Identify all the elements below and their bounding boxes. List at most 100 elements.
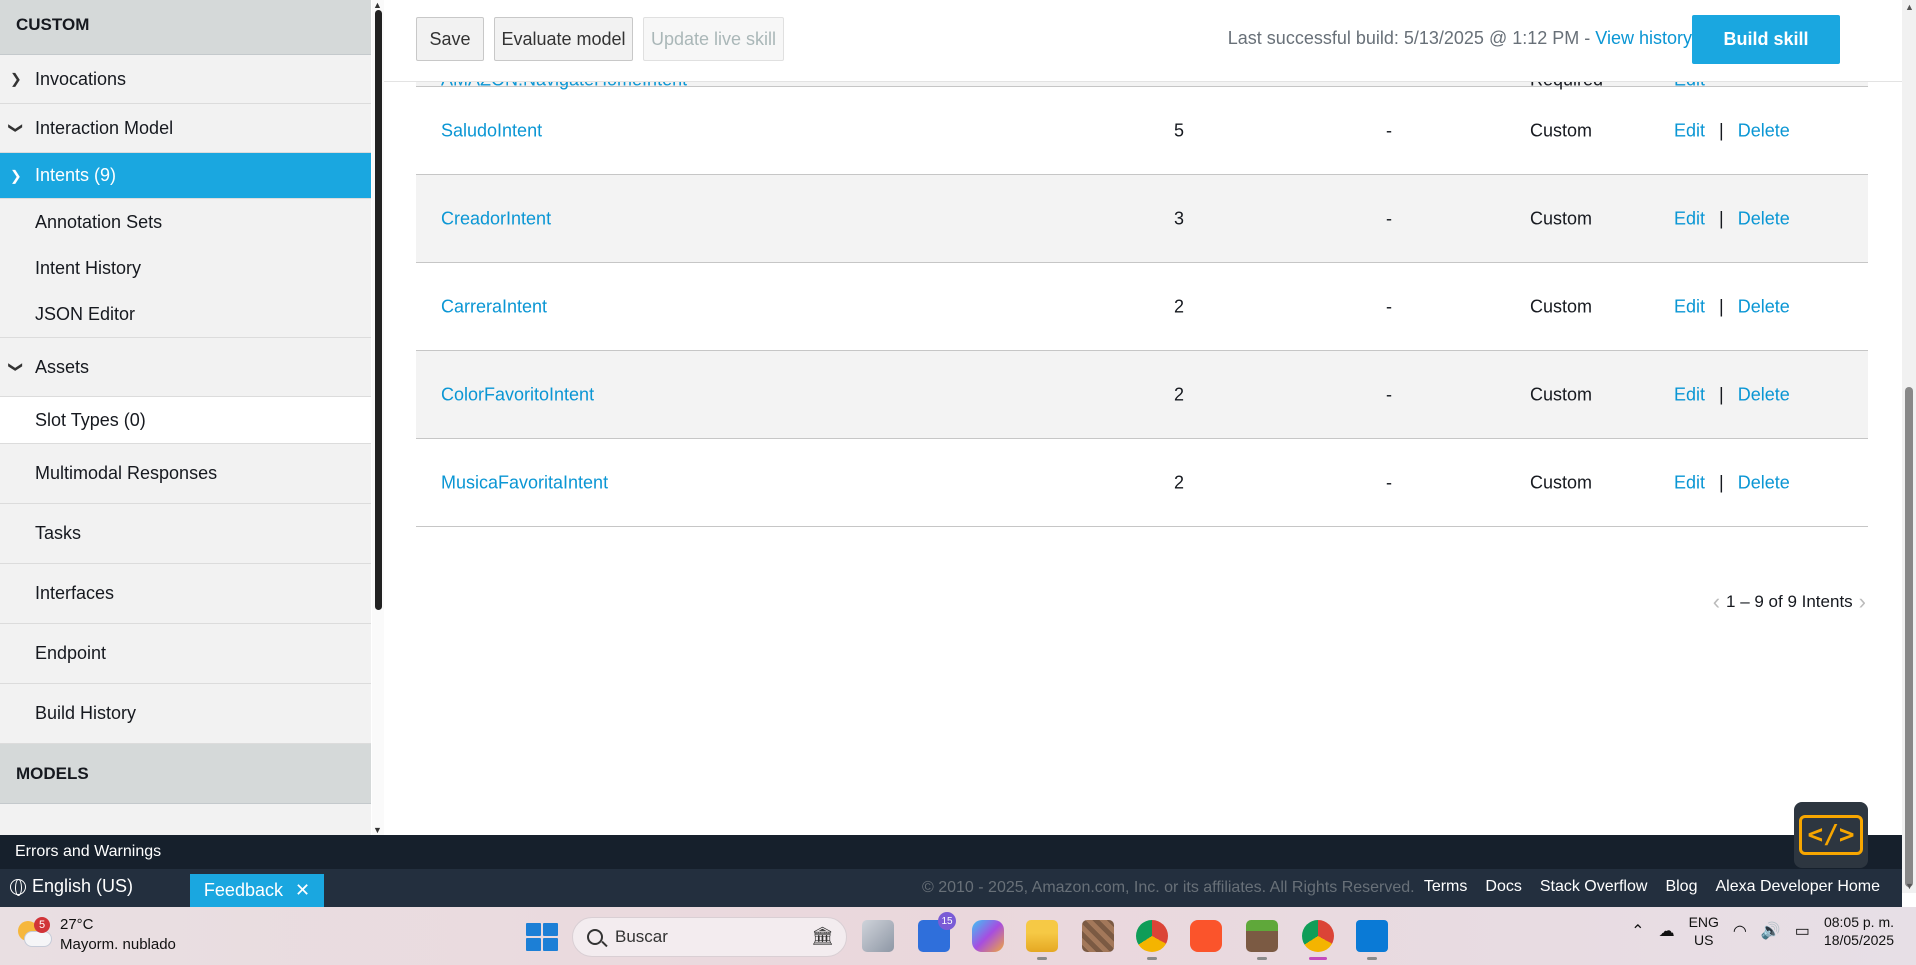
sidebar-item-multimodal[interactable]: Multimodal Responses — [0, 444, 371, 504]
language-selector[interactable]: English (US) — [10, 876, 133, 897]
next-page-icon[interactable]: › — [1859, 591, 1866, 613]
minecraft-dirt-icon[interactable] — [1082, 920, 1114, 952]
chevron-up-icon[interactable]: ⌃ — [1631, 921, 1644, 941]
feedback-button[interactable]: Feedback ✕ — [190, 874, 324, 907]
scroll-up-icon[interactable]: ▲ — [373, 0, 382, 10]
build-info: Last successful build: 5/13/2025 @ 1:12 … — [1228, 28, 1692, 49]
intent-name-link[interactable]: CreadorIntent — [441, 208, 551, 229]
sidebar-item-tasks[interactable]: Tasks — [0, 504, 371, 564]
brave-browser-icon[interactable] — [1190, 920, 1222, 952]
mail-app-icon[interactable]: 15 — [918, 912, 956, 952]
sidebar-item-invocations[interactable]: ❯ Invocations — [0, 55, 371, 104]
footer-link-alexa-home[interactable]: Alexa Developer Home — [1715, 878, 1880, 896]
sidebar-track: CUSTOM ❯ Invocations ❯ Interaction Model… — [0, 0, 371, 804]
edit-link[interactable]: Edit — [1674, 120, 1705, 140]
utterance-count: 2 — [1173, 472, 1184, 492]
edit-link[interactable]: Edit — [1674, 208, 1705, 228]
battery-icon[interactable]: ▭ — [1795, 921, 1810, 941]
chevron-right-icon: ❯ — [10, 167, 22, 183]
main-scrollbar-thumb[interactable] — [1905, 387, 1913, 887]
minecraft-grass-icon[interactable] — [1246, 920, 1278, 960]
wifi-icon[interactable]: ◠ — [1733, 921, 1747, 941]
taskbar-search[interactable]: Buscar 🏛 — [572, 917, 847, 957]
weather-badge: 5 — [34, 917, 50, 933]
scroll-down-icon[interactable]: ▼ — [1905, 881, 1914, 891]
sidebar-item-label: Build History — [35, 703, 137, 723]
intent-name-link[interactable]: MusicaFavoritaIntent — [441, 472, 608, 493]
weather-icon: 5 — [18, 917, 52, 949]
edit-link[interactable]: Edit — [1674, 384, 1705, 404]
prev-page-icon[interactable]: ‹ — [1713, 591, 1720, 613]
temperature: 27°C — [60, 916, 94, 933]
sidebar-item-assets[interactable]: ❯ Assets — [0, 338, 371, 397]
sidebar-scrollbar[interactable]: ▲ ▼ — [372, 0, 384, 835]
chevron-down-icon: ❯ — [8, 122, 25, 134]
delete-link[interactable]: Delete — [1738, 384, 1790, 404]
footer-link-terms[interactable]: Terms — [1424, 878, 1468, 896]
update-live-skill-button[interactable]: Update live skill — [643, 17, 784, 61]
onedrive-cloud-icon[interactable]: ☁ — [1659, 921, 1675, 941]
weather-condition: Mayorm. nublado — [60, 936, 176, 953]
chevron-right-icon: ❯ — [10, 70, 22, 87]
build-skill-button[interactable]: Build skill — [1692, 15, 1840, 64]
code-brackets-icon: </> — [1798, 815, 1864, 855]
scroll-up-icon[interactable]: ▲ — [1905, 2, 1914, 12]
footer-link-blog[interactable]: Blog — [1665, 878, 1697, 896]
sidebar-section-custom: CUSTOM — [0, 0, 371, 55]
intent-name-link[interactable]: ColorFavoritoIntent — [441, 384, 594, 405]
sidebar-item-slot-types[interactable]: Slot Types (0) — [0, 397, 371, 444]
delete-link[interactable]: Delete — [1738, 472, 1790, 492]
delete-link[interactable]: Delete — [1738, 296, 1790, 316]
volume-icon[interactable]: 🔊 — [1761, 921, 1781, 941]
sidebar-item-intent-history[interactable]: Intent History — [0, 245, 371, 291]
search-icon — [587, 929, 603, 945]
close-icon[interactable]: ✕ — [295, 880, 310, 901]
vscode-icon[interactable] — [1356, 920, 1388, 960]
clock[interactable]: 08:05 p. m. 18/05/2025 — [1824, 913, 1894, 949]
input-language[interactable]: ENG US — [1689, 913, 1719, 949]
view-history-link[interactable]: View history — [1595, 28, 1692, 48]
edit-link[interactable]: Edit — [1674, 296, 1705, 316]
pagination: ‹ 1 – 9 of 9 Intents › — [1713, 591, 1866, 613]
sidebar-scrollbar-thumb[interactable] — [375, 10, 382, 610]
footer-link-docs[interactable]: Docs — [1485, 878, 1521, 896]
chrome-profile-icon[interactable] — [1136, 920, 1168, 960]
sidebar-item-build-history[interactable]: Build History — [0, 684, 371, 744]
windows-start-icon[interactable] — [526, 923, 558, 951]
sidebar-item-label: Multimodal Responses — [35, 463, 218, 483]
action-separator: | — [1719, 296, 1724, 316]
row-actions: Edit | Delete — [1674, 472, 1790, 493]
intent-type: Custom — [1530, 384, 1593, 404]
main-content: AMAZON.NavigateHomeIntent Required Edit … — [384, 0, 1902, 835]
chrome-icon[interactable] — [1302, 920, 1334, 960]
sidebar-item-annotation-sets[interactable]: Annotation Sets — [0, 199, 371, 245]
file-explorer-icon[interactable] — [1026, 920, 1058, 960]
copilot-icon[interactable] — [972, 920, 1004, 952]
table-row: SaludoIntent 5 - Custom Edit | Delete — [416, 87, 1868, 175]
save-button[interactable]: Save — [416, 17, 484, 61]
scroll-down-icon[interactable]: ▼ — [373, 825, 382, 835]
system-tray: ⌃ ☁ ENG US ◠ 🔊 ▭ 08:05 p. m. 18/05/2025 — [1631, 913, 1894, 949]
weather-widget[interactable]: 5 27°C Mayorm. nublado — [18, 915, 176, 955]
task-view-icon[interactable] — [862, 920, 894, 952]
evaluate-model-button[interactable]: Evaluate model — [494, 17, 633, 61]
delete-link[interactable]: Delete — [1738, 208, 1790, 228]
sidebar: CUSTOM ❯ Invocations ❯ Interaction Model… — [0, 0, 371, 835]
main-scrollbar[interactable]: ▲ ▼ — [1902, 0, 1916, 893]
intent-name-link[interactable]: CarreraIntent — [441, 296, 547, 317]
sidebar-item-intents[interactable]: ❯ Intents (9) — [0, 153, 371, 199]
sidebar-item-endpoint[interactable]: Endpoint — [0, 624, 371, 684]
footer-link-stack-overflow[interactable]: Stack Overflow — [1540, 878, 1648, 896]
delete-link[interactable]: Delete — [1738, 120, 1790, 140]
intent-name-link[interactable]: SaludoIntent — [441, 120, 542, 141]
slot-count: - — [1386, 120, 1392, 140]
sidebar-item-interfaces[interactable]: Interfaces — [0, 564, 371, 624]
edit-link[interactable]: Edit — [1674, 472, 1705, 492]
sidebar-item-interaction-model[interactable]: ❯ Interaction Model — [0, 104, 371, 153]
code-icon[interactable]: </> — [1794, 802, 1868, 868]
errors-warnings-bar[interactable]: Errors and Warnings ! 0 — [0, 835, 1902, 869]
utterance-count: 3 — [1173, 208, 1184, 228]
sidebar-item-json-editor[interactable]: JSON Editor — [0, 291, 371, 338]
row-actions: Edit | Delete — [1674, 120, 1790, 141]
chevron-down-icon: ❯ — [8, 361, 25, 373]
